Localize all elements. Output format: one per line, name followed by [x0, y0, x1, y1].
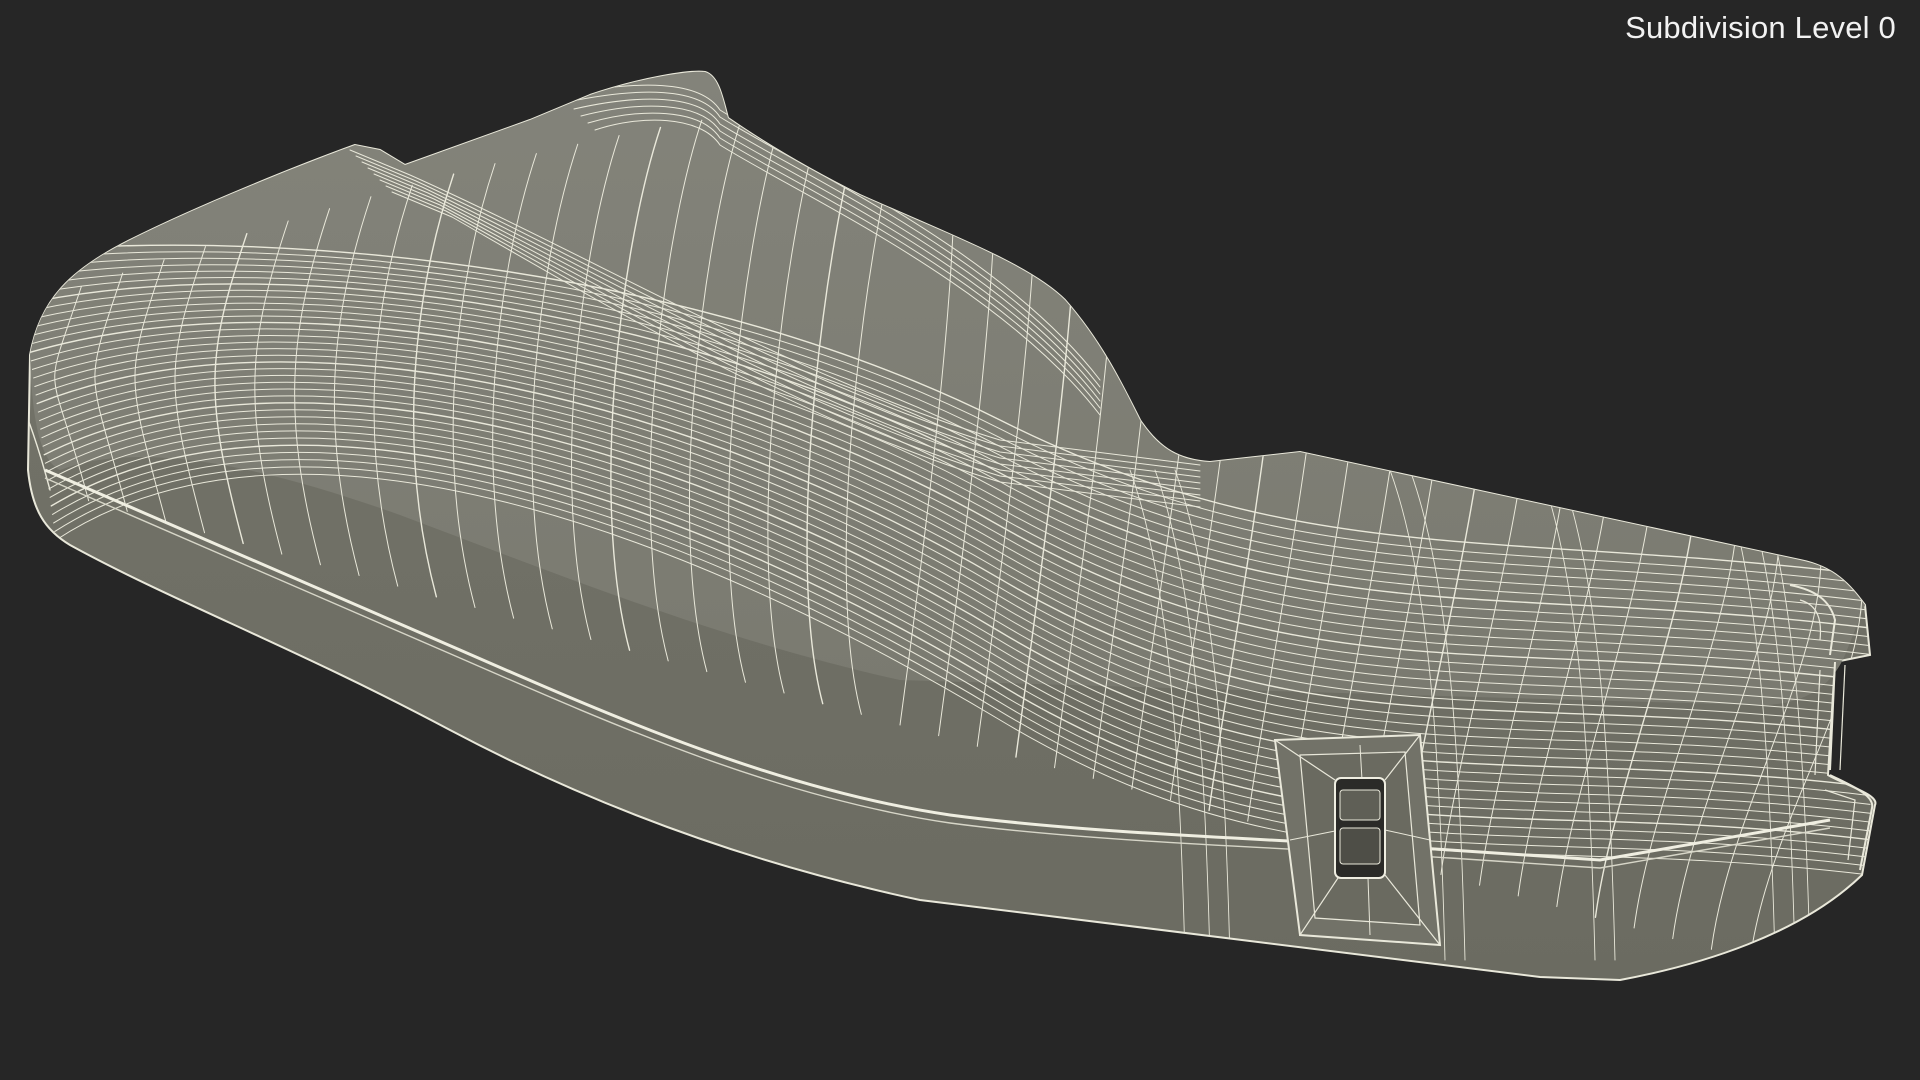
latch-button: [1334, 777, 1386, 879]
3d-viewport[interactable]: Subdivision Level 0: [0, 0, 1920, 1080]
wireframe-model[interactable]: [0, 0, 1920, 1080]
subdivision-level-label: Subdivision Level 0: [1625, 10, 1896, 45]
